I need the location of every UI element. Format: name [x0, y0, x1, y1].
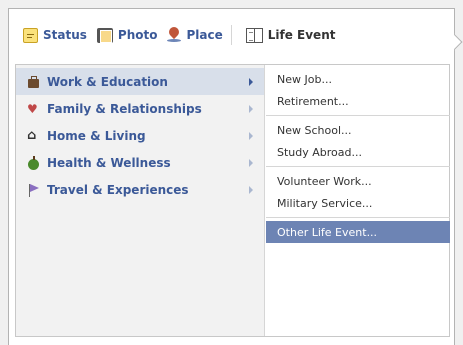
event-new-job[interactable]: New Job...	[266, 68, 450, 90]
tab-status-label: Status	[43, 28, 87, 42]
event-divider	[266, 217, 450, 218]
event-new-school[interactable]: New School...	[266, 119, 450, 141]
briefcase-icon	[27, 75, 41, 89]
place-icon	[167, 27, 182, 43]
event-study-abroad[interactable]: Study Abroad...	[266, 141, 450, 163]
category-label: Home & Living	[47, 128, 146, 143]
apple-icon	[27, 155, 41, 170]
heart-icon: ♥	[27, 101, 38, 116]
flag-icon	[27, 183, 41, 197]
tab-photo[interactable]: Photo	[96, 24, 158, 46]
event-divider	[266, 115, 450, 116]
category-label: Health & Wellness	[47, 155, 171, 170]
photo-icon	[96, 27, 113, 43]
composer-tabs: Status Photo Place Life Event	[9, 9, 454, 61]
category-work-education[interactable]: Work & Education	[16, 68, 264, 95]
tab-life-event-label: Life Event	[267, 28, 336, 42]
tab-photo-label: Photo	[117, 28, 158, 42]
tab-place-label: Place	[186, 28, 223, 42]
category-label: Work & Education	[47, 74, 168, 89]
tab-status[interactable]: Status	[23, 24, 87, 46]
life-event-menu: Work & Education ♥ Family & Relationship…	[15, 64, 450, 337]
category-list: Work & Education ♥ Family & Relationship…	[16, 65, 265, 336]
tab-divider	[230, 25, 232, 45]
category-travel-experiences[interactable]: Travel & Experiences	[16, 176, 264, 203]
chevron-right-icon	[249, 105, 253, 113]
chevron-right-icon	[249, 132, 253, 140]
category-health-wellness[interactable]: Health & Wellness	[16, 149, 264, 176]
event-volunteer-work[interactable]: Volunteer Work...	[266, 170, 450, 192]
life-event-icon	[245, 27, 263, 43]
category-home-living[interactable]: ⌂ Home & Living	[16, 122, 264, 149]
chevron-right-icon	[249, 186, 253, 194]
event-list: New Job... Retirement... New School... S…	[266, 65, 450, 336]
event-other-life-event[interactable]: Other Life Event...	[266, 221, 450, 243]
event-retirement[interactable]: Retirement...	[266, 90, 450, 112]
event-divider	[266, 166, 450, 167]
tab-life-event[interactable]: Life Event	[245, 24, 336, 46]
event-military-service[interactable]: Military Service...	[266, 192, 450, 214]
chevron-right-icon	[249, 78, 253, 86]
chevron-right-icon	[249, 159, 253, 167]
category-family-relationships[interactable]: ♥ Family & Relationships	[16, 95, 264, 122]
house-icon: ⌂	[27, 127, 37, 143]
status-icon	[23, 27, 38, 43]
panel-notch	[454, 32, 463, 54]
category-label: Travel & Experiences	[47, 182, 189, 197]
category-label: Family & Relationships	[47, 101, 202, 116]
tab-place[interactable]: Place	[167, 24, 223, 46]
composer-panel: Status Photo Place Life Event Work & Edu…	[8, 8, 455, 345]
